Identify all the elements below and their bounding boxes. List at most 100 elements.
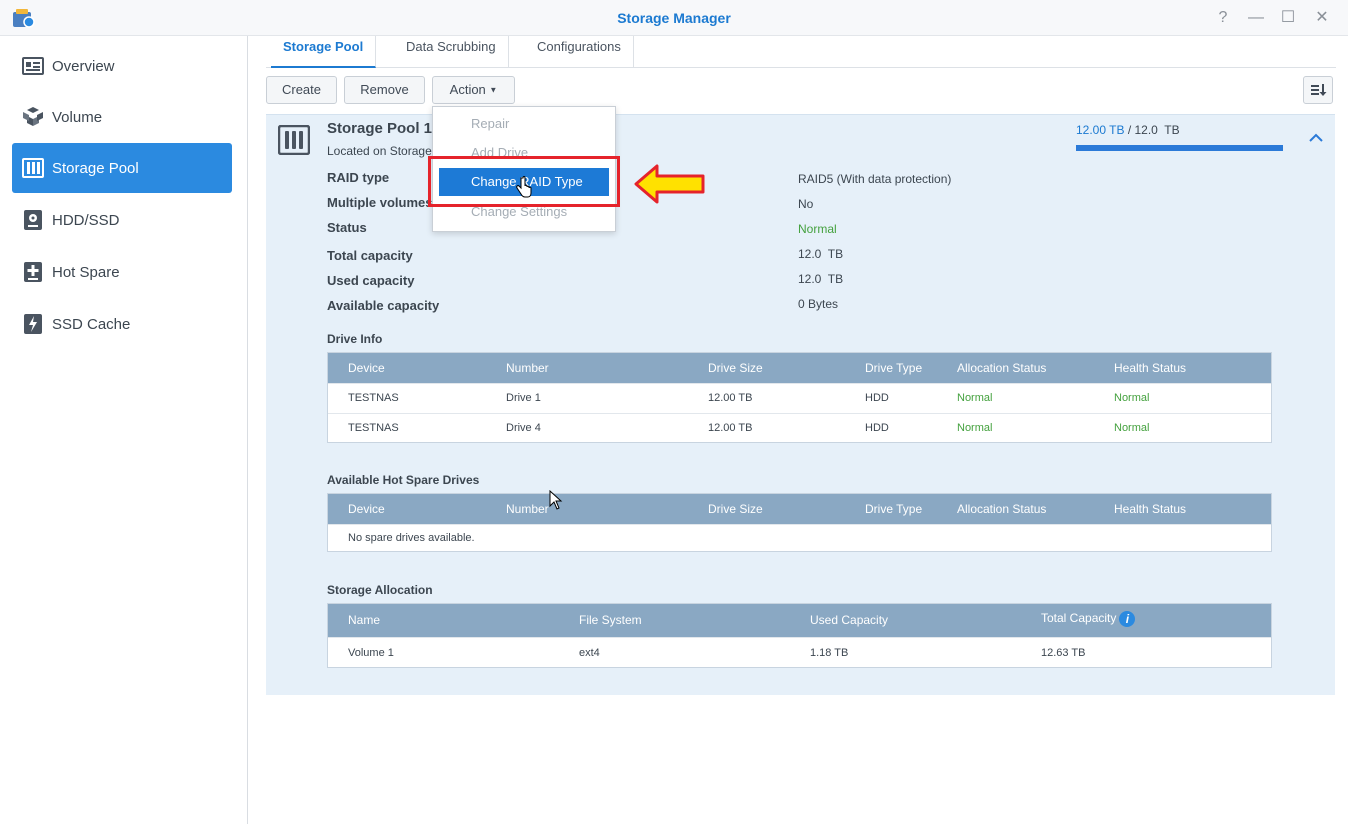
volume-icon [22, 106, 44, 128]
storage-pool-icon [22, 157, 44, 179]
column-header[interactable]: Name [348, 613, 380, 627]
cell-number: Drive 1 [506, 392, 541, 404]
hot-spare-title: Available Hot Spare Drives [327, 473, 480, 487]
sidebar: Overview Volume Storage Pool HDD/SSD Hot… [0, 36, 248, 824]
annotation-arrow-icon [634, 164, 705, 204]
capacity-used: 12.00 TB [1076, 123, 1125, 137]
title-bar: Storage Manager ? — ☐ ✕ [0, 0, 1348, 36]
ssd-cache-icon [22, 313, 44, 335]
column-header[interactable]: Device [348, 502, 385, 516]
table-row[interactable]: TESTNAS Drive 1 12.00 TB HDD Normal Norm… [328, 383, 1271, 413]
hot-spare-icon [22, 261, 44, 283]
column-header-label: Total Capacity [1041, 611, 1117, 626]
maximize-icon[interactable]: ☐ [1276, 6, 1300, 30]
cell-drive-type: HDD [865, 392, 889, 404]
column-header[interactable]: Device [348, 361, 385, 375]
column-header[interactable]: Allocation Status [957, 361, 1046, 375]
storage-allocation-table: Name File System Used Capacity Total Cap… [327, 603, 1272, 668]
create-button[interactable]: Create [266, 76, 337, 104]
available-capacity-value: 0 Bytes [798, 297, 839, 311]
column-header[interactable]: File System [579, 613, 642, 627]
action-button[interactable]: Action ▼ [432, 76, 515, 104]
cell-number: Drive 4 [506, 422, 541, 434]
status-value: Normal [798, 222, 837, 236]
pointer-cursor-icon [549, 490, 563, 510]
hdd-icon [22, 209, 44, 231]
cell-health-status: Normal [1114, 392, 1150, 404]
multiple-volumes-value: No [798, 197, 814, 211]
column-header[interactable]: Drive Type [865, 361, 922, 375]
storage-pool-icon [278, 125, 310, 155]
column-header[interactable]: Health Status [1114, 361, 1186, 375]
menu-item-repair[interactable]: Repair [433, 110, 615, 138]
capacity-bar [1076, 145, 1283, 151]
multiple-volumes-label: Multiple volumes [327, 195, 433, 210]
close-icon[interactable]: ✕ [1310, 6, 1334, 30]
total-capacity-label: Total capacity [327, 248, 413, 263]
sidebar-item-overview[interactable]: Overview [12, 41, 232, 91]
cell-file-system: ext4 [579, 647, 600, 659]
table-header: Device Number Drive Size Drive Type Allo… [328, 353, 1271, 383]
cell-device: TESTNAS [348, 392, 399, 404]
column-header[interactable]: Allocation Status [957, 502, 1046, 516]
column-header[interactable]: Drive Size [708, 502, 763, 516]
cell-total-capacity: 12.63 TB [1041, 647, 1086, 659]
tab-data-scrubbing[interactable]: Data Scrubbing [394, 36, 509, 68]
minimize-icon[interactable]: — [1244, 6, 1268, 30]
column-header-total-capacity[interactable]: Total Capacity i [1041, 611, 1136, 627]
column-header[interactable]: Drive Type [865, 502, 922, 516]
table-row[interactable]: Volume 1 ext4 1.18 TB 12.63 TB [328, 637, 1271, 667]
sidebar-item-volume[interactable]: Volume [12, 92, 232, 142]
cell-drive-type: HDD [865, 422, 889, 434]
raid-type-label: RAID type [327, 170, 390, 185]
sidebar-item-ssd-cache[interactable]: SSD Cache [12, 299, 232, 349]
drive-info-title: Drive Info [327, 332, 383, 346]
help-icon[interactable]: ? [1211, 6, 1235, 30]
cell-allocation-status: Normal [957, 422, 993, 434]
action-button-label: Action [449, 82, 486, 97]
column-header[interactable]: Number [506, 502, 549, 516]
column-header[interactable]: Drive Size [708, 361, 763, 375]
storage-allocation-title: Storage Allocation [327, 583, 433, 597]
available-capacity-label: Available capacity [327, 298, 440, 313]
cell-name: Volume 1 [348, 647, 394, 659]
hand-cursor-icon [516, 176, 532, 198]
sort-icon [1311, 84, 1327, 96]
capacity-bar-fill [1076, 145, 1283, 151]
sidebar-item-hdd-ssd[interactable]: HDD/SSD [12, 195, 232, 245]
table-row[interactable]: TESTNAS Drive 4 12.00 TB HDD Normal Norm… [328, 413, 1271, 443]
table-header: Name File System Used Capacity Total Cap… [328, 604, 1271, 637]
cell-drive-size: 12.00 TB [708, 422, 753, 434]
caret-down-icon: ▼ [489, 85, 498, 95]
sidebar-item-label: Volume [52, 108, 103, 126]
column-header[interactable]: Used Capacity [810, 613, 888, 627]
chevron-up-icon[interactable] [1307, 130, 1325, 144]
pool-title: Storage Pool 1 [327, 120, 433, 137]
info-icon[interactable]: i [1119, 611, 1136, 627]
raid-type-value: RAID5 (With data protection) [798, 172, 952, 186]
drive-info-table: Device Number Drive Size Drive Type Allo… [327, 352, 1272, 443]
sidebar-item-label: Overview [52, 57, 115, 75]
status-label: Status [327, 220, 367, 235]
remove-button[interactable]: Remove [344, 76, 425, 104]
sidebar-item-hot-spare[interactable]: Hot Spare [12, 247, 232, 297]
column-header[interactable]: Number [506, 361, 549, 375]
cell-used-capacity: 1.18 TB [810, 647, 849, 659]
tab-configurations[interactable]: Configurations [525, 36, 634, 68]
capacity-separator: / [1124, 123, 1135, 137]
window-title: Storage Manager [617, 10, 731, 26]
column-header[interactable]: Health Status [1114, 502, 1186, 516]
used-capacity-value: 12.0 TB [798, 272, 844, 286]
cell-health-status: Normal [1114, 422, 1150, 434]
cell-allocation-status: Normal [957, 392, 993, 404]
sort-toggle-button[interactable] [1303, 76, 1333, 104]
tab-storage-pool[interactable]: Storage Pool [271, 36, 377, 68]
sidebar-item-label: HDD/SSD [52, 211, 120, 229]
sidebar-item-label: Hot Spare [52, 263, 120, 281]
overview-icon [22, 55, 44, 77]
cell-device: TESTNAS [348, 422, 399, 434]
sidebar-item-storage-pool[interactable]: Storage Pool [12, 143, 232, 193]
empty-row: No spare drives available. [328, 524, 1271, 554]
capacity-summary: 12.00 TB / 12.0 TB [1076, 123, 1180, 137]
cell-drive-size: 12.00 TB [708, 392, 753, 404]
